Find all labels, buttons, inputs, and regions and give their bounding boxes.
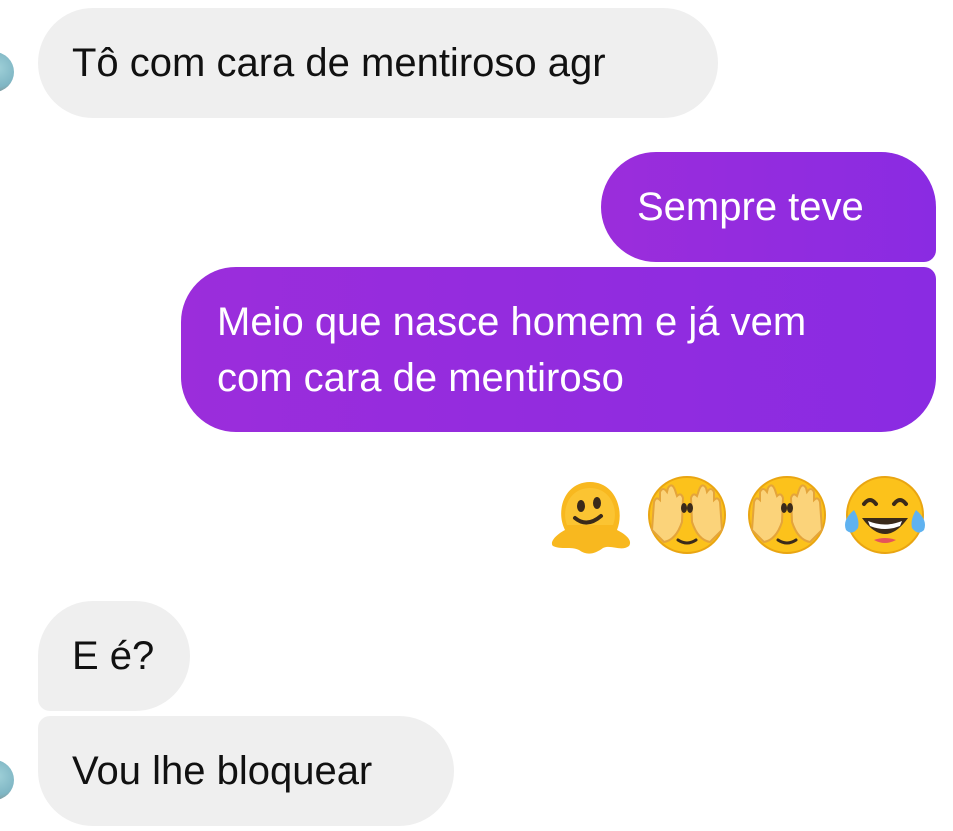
message-bubble-received[interactable]: Tô com cara de mentiroso agr — [38, 8, 718, 118]
contact-avatar[interactable] — [0, 52, 14, 92]
face-with-hands-over-eyes-icon — [748, 476, 826, 554]
message-text-line: Meio que nasce homem e já vem — [217, 300, 807, 344]
face-with-tears-of-joy-icon — [845, 476, 925, 554]
contact-avatar[interactable] — [0, 760, 14, 800]
message-bubble-sent[interactable]: Meio que nasce homem e já vem com cara d… — [181, 267, 936, 432]
message-bubble-received[interactable]: Vou lhe bloquear — [38, 716, 454, 826]
message-text: Tô com cara de mentiroso agr — [72, 41, 606, 85]
melting-face-icon — [551, 482, 631, 554]
message-text: Vou lhe bloquear — [72, 749, 373, 793]
message-bubble-sent[interactable]: Sempre teve — [601, 152, 936, 262]
message-text: E é? — [72, 634, 155, 678]
message-text: Sempre teve — [637, 185, 864, 229]
message-bubble-received[interactable]: E é? — [38, 601, 190, 711]
face-with-hands-over-eyes-icon — [648, 476, 726, 554]
message-text-line: com cara de mentiroso — [217, 356, 624, 400]
